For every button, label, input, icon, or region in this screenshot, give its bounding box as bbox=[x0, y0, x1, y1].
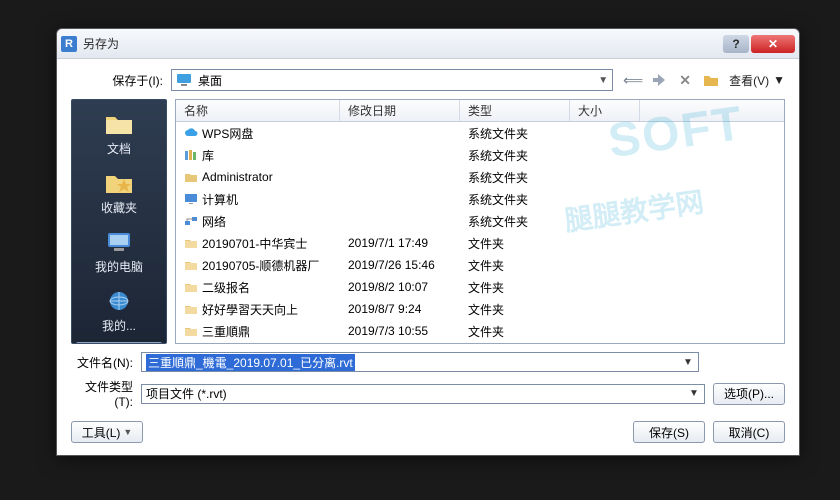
dialog-body: 保存于(I): 桌面 ▼ ⟸ ✕ 查看(V)▼ 文档 bbox=[57, 59, 799, 455]
sidebar-item-desktop[interactable]: 桌面 bbox=[76, 342, 162, 344]
list-item[interactable]: Administrator系统文件夹 bbox=[176, 166, 784, 188]
file-icon bbox=[184, 302, 198, 316]
file-icon bbox=[184, 148, 198, 162]
filetype-combo[interactable]: 项目文件 (*.rvt) ▼ bbox=[141, 384, 705, 404]
cancel-button[interactable]: 取消(C) bbox=[713, 421, 785, 443]
filename-row: 文件名(N): 三重順鼎_機電_2019.07.01_已分离.rvt ▼ bbox=[71, 352, 785, 372]
desktop-icon bbox=[176, 73, 192, 87]
favorites-icon bbox=[103, 169, 135, 197]
col-name[interactable]: 名称 bbox=[176, 100, 340, 121]
app-icon: R bbox=[61, 36, 77, 52]
filetype-label: 文件类型(T): bbox=[71, 378, 133, 409]
sidebar-item-mycomputer[interactable]: 我的电脑 bbox=[76, 224, 162, 281]
back-icon[interactable]: ⟸ bbox=[625, 72, 641, 88]
file-icon bbox=[184, 258, 198, 272]
col-type[interactable]: 类型 bbox=[460, 100, 570, 121]
list-item[interactable]: 网络系统文件夹 bbox=[176, 210, 784, 232]
view-button[interactable]: 查看(V)▼ bbox=[729, 72, 785, 89]
column-headers: 名称 修改日期 类型 大小 bbox=[176, 100, 784, 122]
main-area: 文档 收藏夹 我的电脑 我的... 桌面 bbox=[71, 99, 785, 344]
sidebar-item-documents[interactable]: 文档 bbox=[76, 106, 162, 163]
rows-container: WPS网盘系统文件夹库系统文件夹Administrator系统文件夹计算机系统文… bbox=[176, 122, 784, 343]
list-item[interactable]: 二级报名2019/8/2 10:07文件夹 bbox=[176, 276, 784, 298]
options-button[interactable]: 选项(P)... bbox=[713, 383, 785, 405]
close-button[interactable]: ✕ bbox=[751, 35, 795, 53]
new-folder-icon[interactable] bbox=[703, 72, 719, 88]
save-in-combo[interactable]: 桌面 ▼ bbox=[171, 69, 613, 91]
file-list: SOFT 腿腿教学网 名称 修改日期 类型 大小 WPS网盘系统文件夹库系统文件… bbox=[175, 99, 785, 344]
list-item[interactable]: 20190705-顺德机器厂2019/7/26 15:46文件夹 bbox=[176, 254, 784, 276]
list-item[interactable]: 三重順鼎2019/7/3 10:55文件夹 bbox=[176, 320, 784, 342]
save-in-label: 保存于(I): bbox=[71, 72, 163, 89]
list-item[interactable]: WPS网盘系统文件夹 bbox=[176, 122, 784, 144]
folder-icon bbox=[103, 110, 135, 138]
sidebar-item-myplaces[interactable]: 我的... bbox=[76, 283, 162, 340]
file-icon bbox=[184, 324, 198, 338]
up-icon[interactable] bbox=[651, 72, 667, 88]
filename-input[interactable]: 三重順鼎_機電_2019.07.01_已分离.rvt ▼ bbox=[141, 352, 699, 372]
list-item[interactable]: 库系统文件夹 bbox=[176, 144, 784, 166]
file-icon bbox=[184, 192, 198, 206]
file-icon bbox=[184, 280, 198, 294]
delete-icon[interactable]: ✕ bbox=[677, 72, 693, 88]
col-size[interactable]: 大小 bbox=[570, 100, 640, 121]
nav-toolbar: ⟸ ✕ 查看(V)▼ bbox=[621, 72, 785, 89]
computer-icon bbox=[103, 228, 135, 256]
list-item[interactable]: 20190701-中华宾士2019/7/1 17:49文件夹 bbox=[176, 232, 784, 254]
chevron-down-icon[interactable]: ▼ bbox=[686, 388, 702, 399]
col-date[interactable]: 修改日期 bbox=[340, 100, 460, 121]
action-bar: 工具(L)▼ 保存(S) 取消(C) bbox=[71, 421, 785, 443]
filetype-row: 文件类型(T): 项目文件 (*.rvt) ▼ 选项(P)... bbox=[71, 378, 785, 409]
save-in-row: 保存于(I): 桌面 ▼ ⟸ ✕ 查看(V)▼ bbox=[71, 69, 785, 91]
file-icon bbox=[184, 214, 198, 228]
list-item[interactable]: 好好學習天天向上2019/8/7 9:24文件夹 bbox=[176, 298, 784, 320]
list-item[interactable]: 三重順鼎_機電_2019.07.0...2019/8/1 18:06文件夹 bbox=[176, 342, 784, 343]
file-icon bbox=[184, 126, 198, 140]
file-icon bbox=[184, 170, 198, 184]
window-buttons: ? ✕ bbox=[723, 35, 795, 53]
tools-button[interactable]: 工具(L)▼ bbox=[71, 421, 143, 443]
list-item[interactable]: 计算机系统文件夹 bbox=[176, 188, 784, 210]
titlebar: R 另存为 ? ✕ bbox=[57, 29, 799, 59]
save-button[interactable]: 保存(S) bbox=[633, 421, 705, 443]
chevron-down-icon[interactable]: ▼ bbox=[680, 357, 696, 368]
places-sidebar: 文档 收藏夹 我的电脑 我的... 桌面 bbox=[71, 99, 167, 344]
file-icon bbox=[184, 236, 198, 250]
sidebar-item-favorites[interactable]: 收藏夹 bbox=[76, 165, 162, 222]
save-in-value: 桌面 bbox=[198, 72, 222, 89]
network-icon bbox=[103, 287, 135, 315]
help-button[interactable]: ? bbox=[723, 35, 749, 53]
filename-label: 文件名(N): bbox=[71, 354, 133, 371]
save-as-dialog: R 另存为 ? ✕ 保存于(I): 桌面 ▼ ⟸ ✕ 查看(V)▼ bbox=[56, 28, 800, 456]
dropdown-arrow-icon: ▼ bbox=[598, 75, 608, 86]
bottom-fields: 文件名(N): 三重順鼎_機電_2019.07.01_已分离.rvt ▼ 文件类… bbox=[71, 352, 785, 443]
window-title: 另存为 bbox=[83, 35, 723, 52]
